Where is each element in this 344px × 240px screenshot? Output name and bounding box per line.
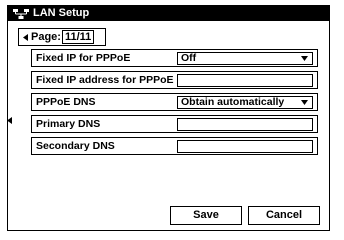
fixed-ip-address-pppoe-field[interactable] [177, 73, 313, 87]
chevron-down-icon [301, 55, 308, 61]
page-value[interactable]: 11/11 [61, 30, 95, 44]
pppoe-dns-value: Obtain automatically [181, 96, 285, 108]
save-button[interactable]: Save [170, 206, 242, 225]
button-bar: Save Cancel [170, 206, 326, 225]
cancel-button[interactable]: Cancel [248, 206, 320, 225]
page-selector[interactable]: Page: 11/11 [18, 28, 106, 46]
settings-list: Fixed IP for PPPoE Off Fixed IP address … [31, 49, 318, 159]
primary-dns-field[interactable] [177, 117, 313, 131]
title-bar: LAN Setup [8, 6, 329, 21]
triangle-left-icon[interactable] [23, 33, 28, 41]
triangle-left-icon[interactable] [7, 117, 12, 124]
fixed-ip-address-pppoe-label: Fixed IP address for PPPoE [36, 74, 174, 86]
page-label: Page: [31, 31, 61, 43]
secondary-dns-row: Secondary DNS [31, 137, 318, 155]
window-title: LAN Setup [33, 7, 90, 19]
fixed-ip-pppoe-value: Off [181, 52, 197, 64]
primary-dns-label: Primary DNS [36, 118, 101, 130]
fixed-ip-pppoe-label: Fixed IP for PPPoE [36, 52, 131, 64]
secondary-dns-field[interactable] [177, 139, 313, 153]
pppoe-dns-label: PPPoE DNS [36, 96, 96, 108]
pppoe-dns-select[interactable]: Obtain automatically [177, 95, 313, 109]
fixed-ip-pppoe-select[interactable]: Off [177, 51, 313, 65]
fixed-ip-address-pppoe-row: Fixed IP address for PPPoE [31, 71, 318, 89]
chevron-down-icon [301, 99, 308, 105]
secondary-dns-label: Secondary DNS [36, 140, 115, 152]
fixed-ip-pppoe-row: Fixed IP for PPPoE Off [31, 49, 318, 67]
primary-dns-row: Primary DNS [31, 115, 318, 133]
network-icon [13, 8, 29, 19]
pppoe-dns-row: PPPoE DNS Obtain automatically [31, 93, 318, 111]
